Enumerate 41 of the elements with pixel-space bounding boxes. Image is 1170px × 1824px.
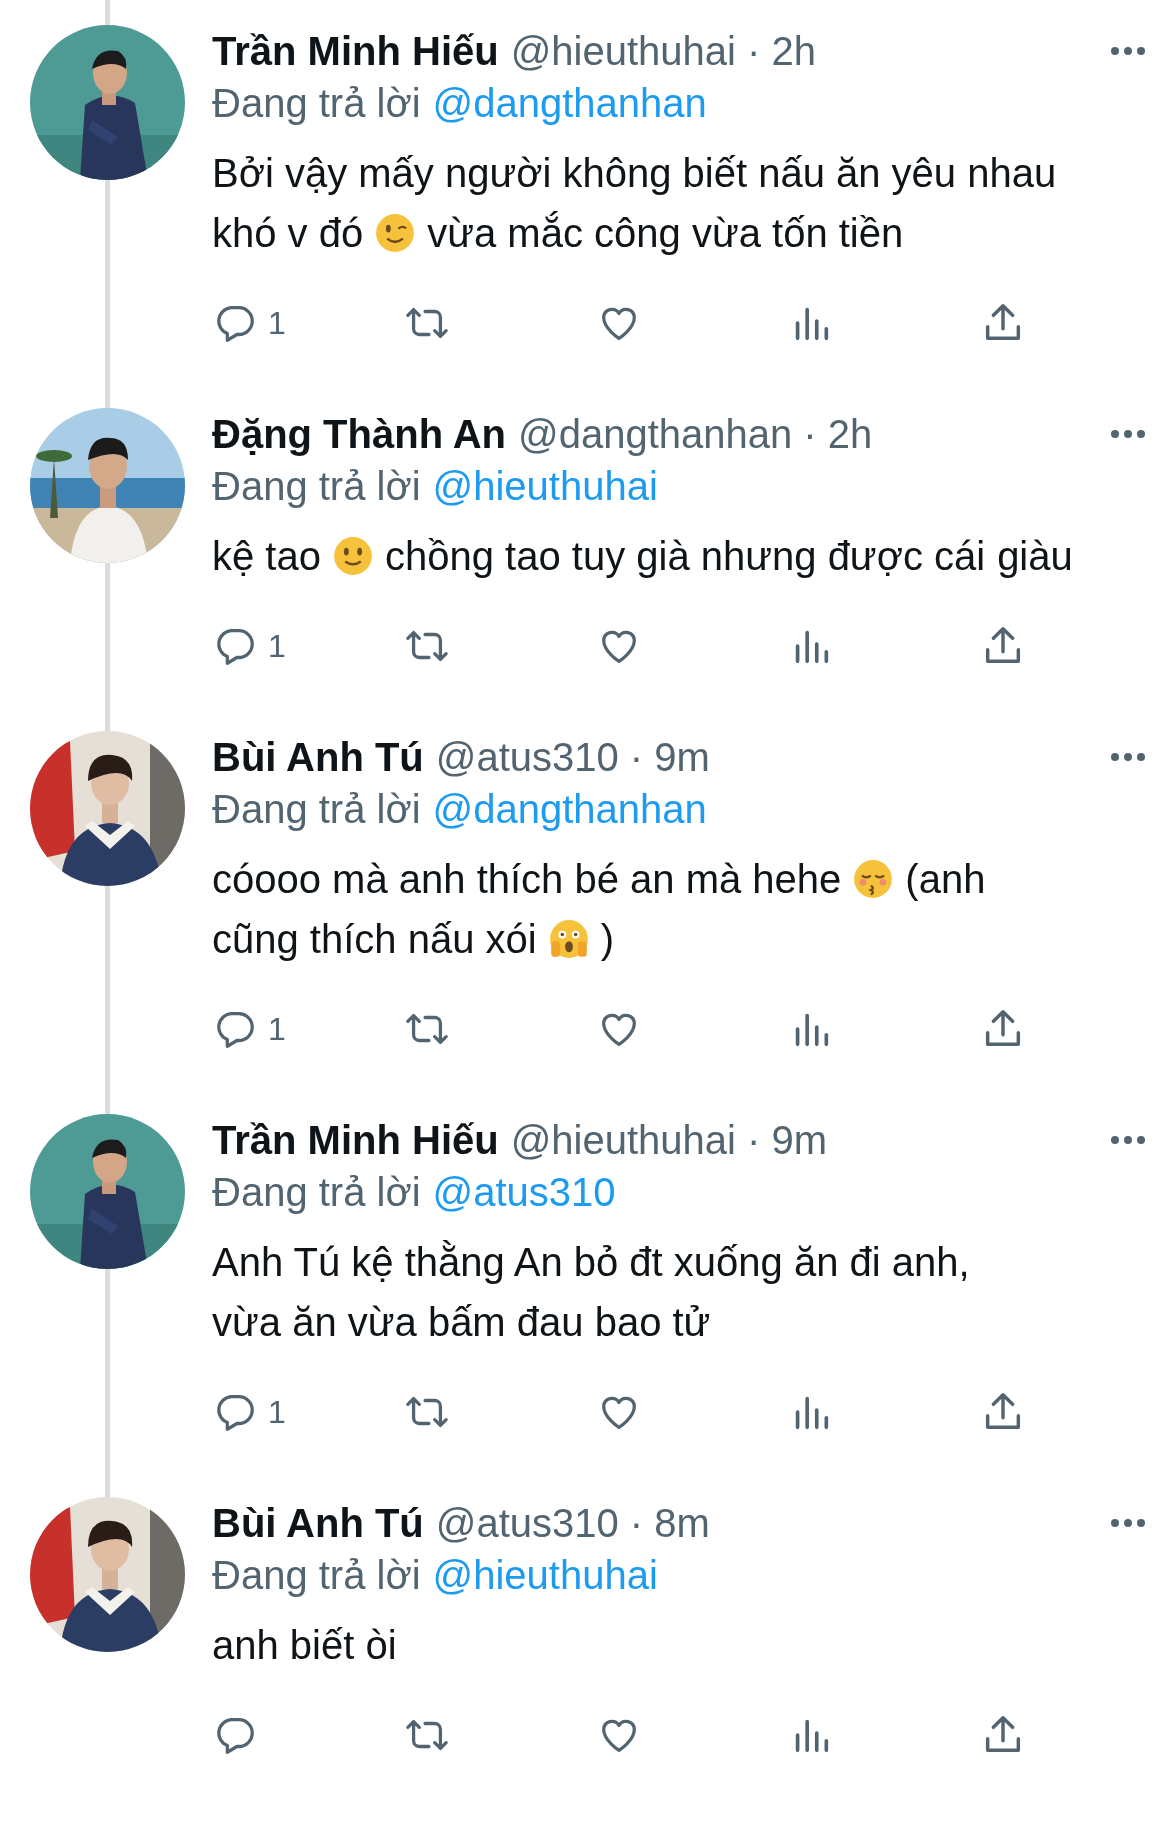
replying-to-label: Đang trả lời	[212, 1169, 421, 1215]
author-name[interactable]: Trần Minh Hiếu	[212, 1117, 499, 1163]
winking-face-icon	[375, 213, 416, 253]
tweet-text: kệ tao	[212, 533, 321, 580]
replying-to-label: Đang trả lời	[212, 786, 421, 832]
replying-to-label: Đang trả lời	[212, 1552, 421, 1598]
handle-time: @atus310 · 8m	[435, 1500, 710, 1546]
handle-time: @dangthanhan · 2h	[518, 411, 873, 457]
tweet-text: vừa mắc công vừa tốn tiền	[427, 210, 904, 257]
handle-time: @hieuthuhai · 2h	[510, 28, 816, 74]
author-name[interactable]: Bùi Anh Tú	[212, 1500, 424, 1546]
more-icon[interactable]	[1110, 46, 1146, 56]
smiling-face-icon	[332, 536, 373, 576]
shocked-face-icon	[548, 919, 589, 959]
reply-count: 1	[268, 1010, 286, 1048]
tweet-text: (anh	[905, 856, 986, 903]
tweet-text: cóooo mà anh thích bé an mà hehe	[212, 856, 842, 903]
more-icon[interactable]	[1110, 1135, 1146, 1145]
author-name[interactable]: Trần Minh Hiếu	[212, 28, 499, 74]
tweet-text: cũng thích nấu xói	[212, 916, 537, 963]
tweet-text: chồng tao tuy già nhưng được cái	[384, 533, 986, 580]
replying-to-label: Đang trả lời	[212, 80, 421, 126]
tweet-text: )	[600, 916, 614, 963]
more-icon[interactable]	[1110, 429, 1146, 439]
tweet-text: khó v đó	[212, 210, 364, 257]
more-icon[interactable]	[1110, 752, 1146, 762]
tweet-text: Bởi vậy mấy người không biết nấu ăn yêu nhau	[212, 150, 1057, 197]
reply-count: 1	[268, 304, 286, 342]
replying-to-label: Đang trả lời	[212, 463, 421, 509]
tweet-text: Anh Tú kệ thằng An bỏ đt xuống ăn đi anh,	[212, 1239, 970, 1286]
author-name[interactable]: Đặng Thành An	[212, 411, 507, 457]
author-name[interactable]: Bùi Anh Tú	[212, 734, 424, 780]
reply-count: 1	[268, 627, 286, 665]
tweet-text: anh biết òi	[212, 1622, 397, 1669]
tweet-text: vừa ăn vừa bấm đau bao tử	[212, 1299, 711, 1346]
reply-count: 1	[268, 1393, 286, 1431]
more-icon[interactable]	[1110, 1518, 1146, 1528]
handle-time: @hieuthuhai · 9m	[510, 1117, 827, 1163]
handle-time: @atus310 · 9m	[435, 734, 710, 780]
kissing-face-icon	[853, 859, 894, 899]
tweet-text: giàu	[997, 533, 1073, 580]
